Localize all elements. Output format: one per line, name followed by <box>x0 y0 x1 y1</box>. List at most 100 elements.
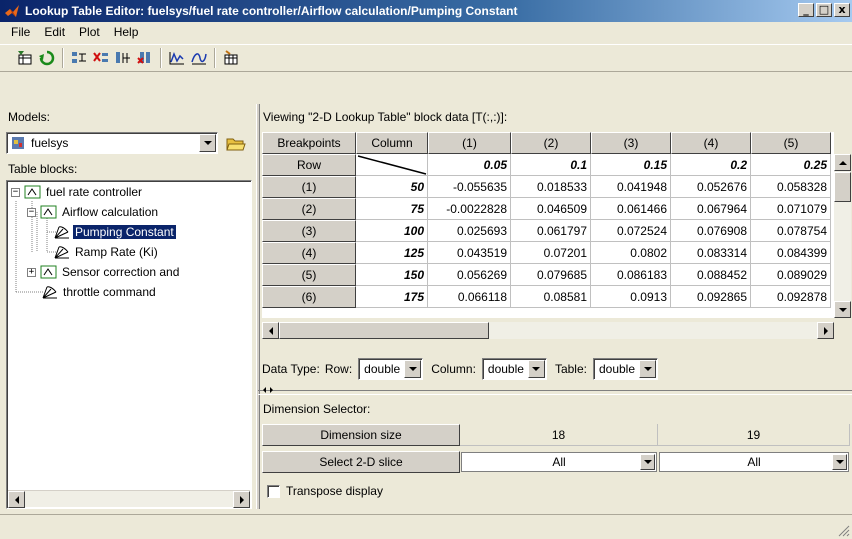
col-breakpoint-cell[interactable]: 0.15 <box>591 154 671 176</box>
slice-dropdown-2[interactable]: All <box>659 452 849 472</box>
insert-column-icon[interactable] <box>112 47 134 69</box>
scroll-right-button[interactable] <box>233 491 250 508</box>
row-breakpoint-cell[interactable]: 100 <box>356 220 428 242</box>
table-cell[interactable]: 0.046509 <box>511 198 591 220</box>
table-cell[interactable]: 0.084399 <box>751 242 831 264</box>
mesh-plot-icon[interactable] <box>188 47 210 69</box>
table-cell[interactable]: 0.083314 <box>671 242 751 264</box>
row-type-dropdown[interactable]: double <box>358 358 424 380</box>
col-index-header[interactable]: (3) <box>591 132 671 154</box>
column-type-dropdown[interactable]: double <box>481 358 547 380</box>
delete-column-icon[interactable] <box>134 47 156 69</box>
menu-plot[interactable]: Plot <box>72 25 107 39</box>
remove-icon[interactable] <box>90 47 112 69</box>
grid-vertical-scrollbar[interactable] <box>834 154 851 318</box>
scroll-left-button[interactable] <box>262 322 279 339</box>
table-cell[interactable]: 0.061466 <box>591 198 671 220</box>
menu-edit[interactable]: Edit <box>37 25 72 39</box>
tree-item-ramp-rate[interactable]: Ramp Rate (Ki) <box>53 242 158 262</box>
tree-item-throttle-command[interactable]: throttle command <box>41 282 156 302</box>
scroll-left-button[interactable] <box>8 491 25 508</box>
transpose-display-checkbox[interactable]: Transpose display <box>267 484 383 498</box>
tree-item-fuel-rate-controller[interactable]: − fuel rate controller <box>11 182 142 202</box>
models-dropdown[interactable]: fuelsys <box>6 132 218 154</box>
row-breakpoint-cell[interactable]: 175 <box>356 286 428 308</box>
row-breakpoint-cell[interactable]: 150 <box>356 264 428 286</box>
checkbox-box[interactable] <box>267 484 280 498</box>
scroll-right-button[interactable] <box>817 322 834 339</box>
scroll-thumb[interactable] <box>279 322 489 339</box>
title-bar[interactable]: Lookup Table Editor: fuelsys/fuel rate c… <box>0 0 852 22</box>
tree-horizontal-scrollbar[interactable] <box>8 490 250 508</box>
row-index-header[interactable]: (2) <box>262 198 356 220</box>
table-cell[interactable]: 0.025693 <box>428 220 511 242</box>
col-index-header[interactable]: (2) <box>511 132 591 154</box>
table-cell[interactable]: 0.0913 <box>591 286 671 308</box>
table-cell[interactable]: 0.092865 <box>671 286 751 308</box>
table-cell[interactable]: 0.076908 <box>671 220 751 242</box>
menu-help[interactable]: Help <box>107 25 146 39</box>
col-breakpoint-cell[interactable]: 0.25 <box>751 154 831 176</box>
vertical-splitter[interactable] <box>256 104 260 509</box>
col-index-header[interactable]: (4) <box>671 132 751 154</box>
row-index-header[interactable]: (5) <box>262 264 356 286</box>
table-cell[interactable]: 0.089029 <box>751 264 831 286</box>
tree-item-sensor-correction[interactable]: + Sensor correction and <box>27 262 179 282</box>
table-cell[interactable]: 0.079685 <box>511 264 591 286</box>
table-cell[interactable]: 0.056269 <box>428 264 511 286</box>
slice-dropdown-arrow[interactable] <box>832 454 847 470</box>
row-breakpoint-cell[interactable]: 125 <box>356 242 428 264</box>
col-index-header[interactable]: (5) <box>751 132 831 154</box>
open-table-icon[interactable] <box>14 47 36 69</box>
table-cell[interactable]: 0.043519 <box>428 242 511 264</box>
row-index-header[interactable]: (6) <box>262 286 356 308</box>
line-plot-icon[interactable] <box>166 47 188 69</box>
refresh-icon[interactable] <box>36 47 58 69</box>
table-type-dropdown[interactable]: double <box>592 358 659 380</box>
col-breakpoint-cell[interactable]: 0.1 <box>511 154 591 176</box>
close-button[interactable]: x <box>834 3 850 17</box>
col-index-header[interactable]: (1) <box>428 132 511 154</box>
add-row-icon[interactable] <box>68 47 90 69</box>
minimize-button[interactable]: _ <box>798 3 814 17</box>
row-type-dropdown-arrow[interactable] <box>404 360 422 378</box>
column-type-dropdown-arrow[interactable] <box>527 360 545 378</box>
row-index-header[interactable]: (1) <box>262 176 356 198</box>
table-cell[interactable]: 0.067964 <box>671 198 751 220</box>
table-cell[interactable]: 0.061797 <box>511 220 591 242</box>
col-breakpoint-cell[interactable]: 0.05 <box>428 154 511 176</box>
collapse-icon[interactable]: − <box>11 187 20 197</box>
table-type-dropdown-arrow[interactable] <box>639 360 657 378</box>
resize-grip-icon[interactable] <box>838 525 850 537</box>
col-breakpoint-cell[interactable]: 0.2 <box>671 154 751 176</box>
row-index-header[interactable]: (4) <box>262 242 356 264</box>
table-cell[interactable]: 0.08581 <box>511 286 591 308</box>
table-cell[interactable]: 0.066118 <box>428 286 511 308</box>
table-cell[interactable]: 0.071079 <box>751 198 831 220</box>
table-cell[interactable]: 0.052676 <box>671 176 751 198</box>
table-cell[interactable]: 0.018533 <box>511 176 591 198</box>
horizontal-splitter[interactable] <box>258 387 852 395</box>
grid-horizontal-scrollbar[interactable] <box>262 322 834 339</box>
row-breakpoint-cell[interactable]: 75 <box>356 198 428 220</box>
table-icon[interactable] <box>220 47 242 69</box>
tree-item-airflow-calculation[interactable]: − Airflow calculation <box>27 202 158 222</box>
table-cell[interactable]: -0.0022828 <box>428 198 511 220</box>
table-cell[interactable]: 0.041948 <box>591 176 671 198</box>
table-cell[interactable]: 0.072524 <box>591 220 671 242</box>
table-cell[interactable]: 0.07201 <box>511 242 591 264</box>
open-folder-icon[interactable] <box>226 134 246 155</box>
table-cell[interactable]: 0.092878 <box>751 286 831 308</box>
slice-dropdown-arrow[interactable] <box>640 454 655 470</box>
table-cell[interactable]: 0.086183 <box>591 264 671 286</box>
scroll-thumb[interactable] <box>834 172 851 202</box>
tree-item-pumping-constant[interactable]: Pumping Constant <box>53 222 176 242</box>
menu-file[interactable]: File <box>4 25 37 39</box>
table-cell[interactable]: 0.058328 <box>751 176 831 198</box>
expand-icon[interactable]: + <box>27 267 36 277</box>
row-index-header[interactable]: (3) <box>262 220 356 242</box>
table-cell[interactable]: 0.0802 <box>591 242 671 264</box>
collapse-icon[interactable]: − <box>27 207 36 217</box>
scroll-up-button[interactable] <box>834 154 851 171</box>
maximize-button[interactable]: □ <box>816 3 832 17</box>
